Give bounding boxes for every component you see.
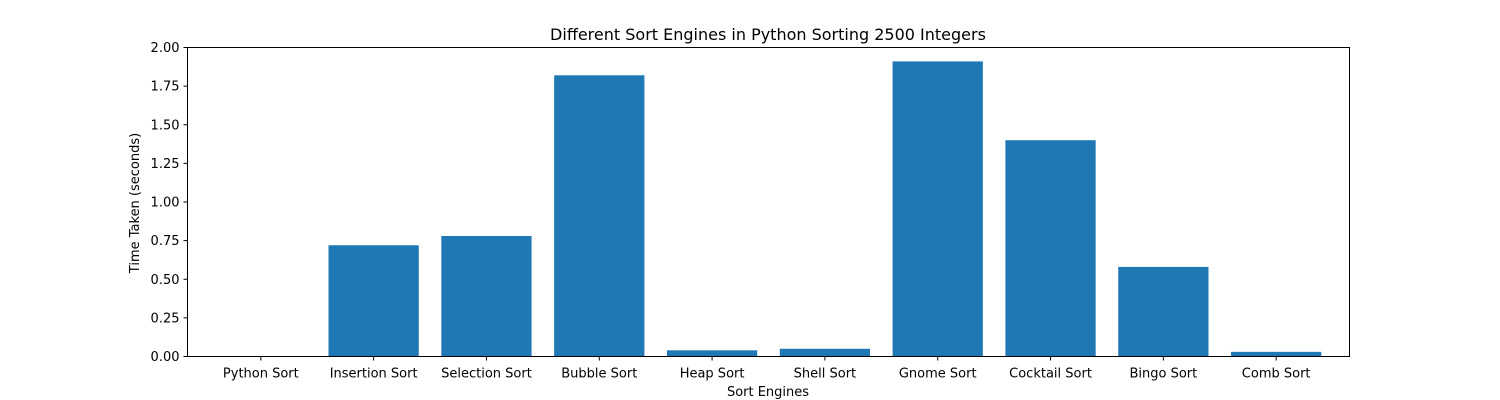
y-tick-label: 0.25 bbox=[151, 311, 180, 326]
x-tick-label: Shell Sort bbox=[794, 367, 857, 382]
x-tick-label: Selection Sort bbox=[441, 367, 532, 382]
y-axis-ticks: 0.00 0.25 0.50 0.75 1.00 1.25 1.50 1.75 2.00 bbox=[151, 41, 188, 365]
x-tick-label: Python Sort bbox=[223, 367, 299, 382]
chart-container: Different Sort Engines in Python Sorting… bbox=[0, 0, 1500, 400]
bar-insertion-sort bbox=[328, 245, 419, 357]
x-axis-ticks: Python Sort Insertion Sort Selection Sort B… bbox=[223, 356, 1311, 382]
bar-heap-sort bbox=[666, 350, 758, 357]
x-tick-label: Comb Sort bbox=[1242, 367, 1311, 382]
bar-bubble-sort bbox=[554, 75, 645, 357]
bar-chart: Different Sort Engines in Python Sorting… bbox=[128, 25, 1350, 400]
y-tick-label: 1.50 bbox=[151, 118, 180, 133]
bar-bingo-sort bbox=[1118, 266, 1209, 357]
bar-selection-sort bbox=[441, 235, 532, 357]
y-tick-label: 1.75 bbox=[151, 80, 180, 95]
y-axis-label: Time Taken (seconds) bbox=[128, 133, 143, 274]
chart-title: Different Sort Engines in Python Sorting… bbox=[550, 25, 986, 44]
y-tick-label: 2.00 bbox=[151, 41, 180, 56]
x-axis-label: Sort Engines bbox=[727, 385, 809, 400]
bar-comb-sort bbox=[1231, 351, 1322, 357]
y-tick-label: 0.00 bbox=[151, 350, 180, 365]
y-tick-label: 1.25 bbox=[151, 157, 180, 172]
bar-cocktail-sort bbox=[1005, 140, 1096, 357]
bars-group bbox=[328, 61, 1322, 357]
x-tick-label: Heap Sort bbox=[680, 367, 745, 382]
x-tick-label: Insertion Sort bbox=[330, 367, 418, 382]
x-tick-label: Cocktail Sort bbox=[1009, 367, 1092, 382]
x-tick-label: Gnome Sort bbox=[899, 367, 977, 382]
x-tick-label: Bingo Sort bbox=[1129, 367, 1197, 382]
bar-shell-sort bbox=[779, 348, 871, 357]
bar-gnome-sort bbox=[892, 61, 983, 357]
x-tick-label: Bubble Sort bbox=[561, 367, 637, 382]
y-tick-label: 0.50 bbox=[151, 273, 180, 288]
y-tick-label: 1.00 bbox=[151, 196, 180, 211]
y-tick-label: 0.75 bbox=[151, 234, 180, 249]
